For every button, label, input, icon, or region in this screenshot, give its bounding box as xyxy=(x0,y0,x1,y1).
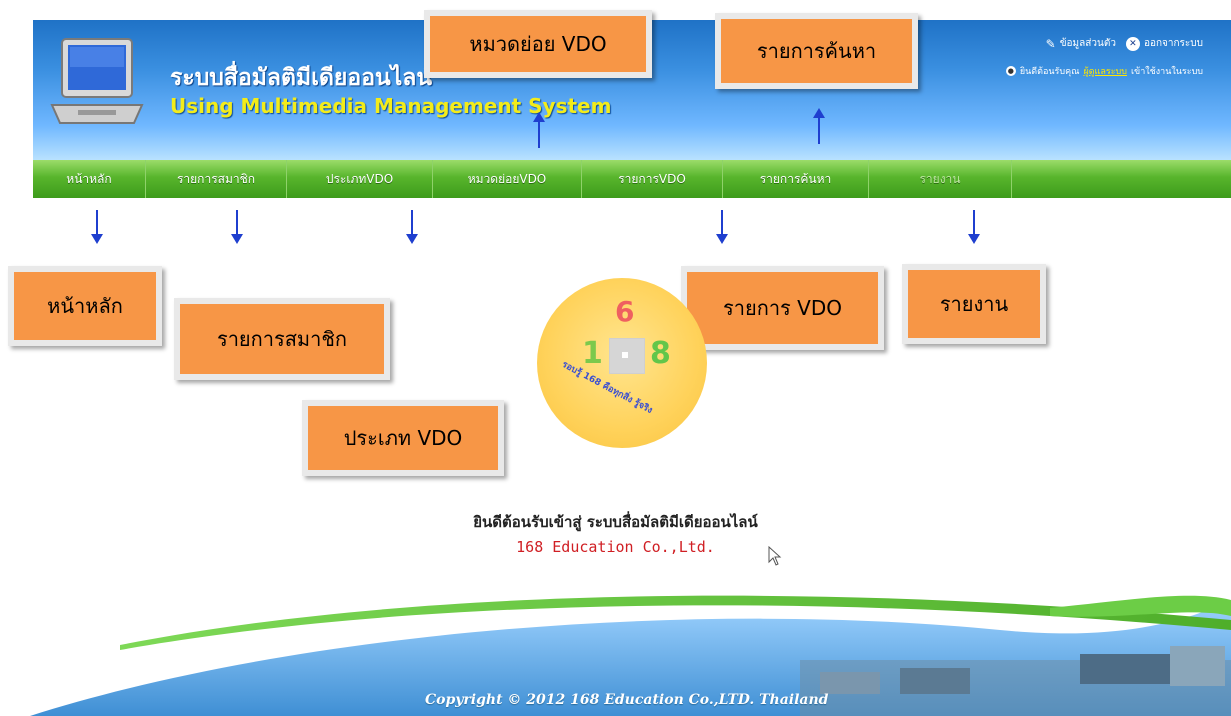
annotation-subcategory: หมวดย่อย VDO xyxy=(424,10,652,78)
logo-center-dot xyxy=(622,352,628,358)
arrow-up-search xyxy=(813,108,825,144)
annotation-members: รายการสมาชิก xyxy=(174,298,390,380)
welcome-message: ยินดีต้อนรับเข้าสู่ ระบบสื่อมัลติมีเดียอ… xyxy=(0,510,1231,556)
close-icon: ✕ xyxy=(1125,36,1140,51)
annotation-vdo-type: ประเภท VDO xyxy=(302,400,504,476)
annotation-vdo-list-text: รายการ VDO xyxy=(723,296,842,320)
nav-item-vdo-subcategory[interactable]: หมวดย่อยVDO xyxy=(433,160,582,198)
site-title-thai: ระบบสื่อมัลติมีเดียออนไลน์ xyxy=(170,65,433,91)
company-logo: 6 1 8 รอบรู้ 168 คือทุกสิ่ง รู้จริง xyxy=(537,278,707,448)
annotation-home-text: หน้าหลัก xyxy=(47,294,123,318)
welcome-suffix: เข้าใช้งานในระบบ xyxy=(1130,67,1203,77)
welcome-user-line: ● ยินดีต้อนรับคุณ ผู้ดูแลระบบ เข้าใช้งาน… xyxy=(1005,64,1203,78)
logout-link-label: ออกจากระบบ xyxy=(1143,38,1203,49)
annotation-subcategory-text: หมวดย่อย VDO xyxy=(469,32,607,56)
profile-link[interactable]: ✎ ข้อมูลส่วนตัว xyxy=(1046,36,1116,51)
nav-item-home[interactable]: หน้าหลัก xyxy=(33,160,146,198)
mouse-cursor-icon xyxy=(768,546,782,566)
arrow-up-subcategory xyxy=(533,112,545,148)
nav-item-vdo-type[interactable]: ประเภทVDO xyxy=(287,160,433,198)
logo-digit-eight: 8 xyxy=(650,336,671,371)
site-title-english: Using Multimedia Management System xyxy=(170,94,612,118)
arrow-down-members xyxy=(231,210,243,244)
laptop-icon xyxy=(50,38,144,124)
welcome-prefix: ยินดีต้อนรับคุณ xyxy=(1019,67,1080,77)
arrow-down-home xyxy=(91,210,103,244)
annotation-vdo-type-text: ประเภท VDO xyxy=(343,426,463,450)
top-links: ✎ ข้อมูลส่วนตัว ✕ ออกจากระบบ xyxy=(1046,36,1203,51)
nav-item-search-list[interactable]: รายการค้นหา xyxy=(723,160,869,198)
annotation-search-text: รายการค้นหา xyxy=(756,39,877,63)
logo-digit-six: 6 xyxy=(615,295,635,328)
annotation-report: รายงาน xyxy=(902,264,1046,344)
annotation-members-text: รายการสมาชิก xyxy=(216,327,348,351)
arrow-down-report xyxy=(968,210,980,244)
welcome-line-1: ยินดีต้อนรับเข้าสู่ ระบบสื่อมัลติมีเดียอ… xyxy=(473,513,758,531)
pencil-icon: ✎ xyxy=(1045,36,1056,51)
arrow-down-vdo-list xyxy=(716,210,728,244)
main-nav: หน้าหลัก รายการสมาชิก ประเภทVDO หมวดย่อย… xyxy=(33,160,1231,198)
copyright-text: Copyright © 2012 168 Education Co.,LTD. … xyxy=(425,692,829,708)
annotation-search: รายการค้นหา xyxy=(715,13,918,89)
nav-item-vdo-list[interactable]: รายการVDO xyxy=(582,160,723,198)
user-icon: ● xyxy=(1005,66,1016,76)
company-name: 168 Education Co.,Ltd. xyxy=(516,538,715,556)
arrow-down-vdo-type xyxy=(406,210,418,244)
profile-link-label: ข้อมูลส่วนตัว xyxy=(1059,38,1116,49)
nav-item-report[interactable]: รายงาน xyxy=(869,160,1012,198)
logout-link[interactable]: ✕ ออกจากระบบ xyxy=(1125,36,1203,51)
annotation-home: หน้าหลัก xyxy=(8,266,162,346)
username-link[interactable]: ผู้ดูแลระบบ xyxy=(1083,64,1127,78)
nav-item-members[interactable]: รายการสมาชิก xyxy=(146,160,287,198)
annotation-vdo-list: รายการ VDO xyxy=(681,266,884,350)
annotation-report-text: รายงาน xyxy=(939,292,1009,316)
logo-digit-one: 1 xyxy=(582,336,603,371)
